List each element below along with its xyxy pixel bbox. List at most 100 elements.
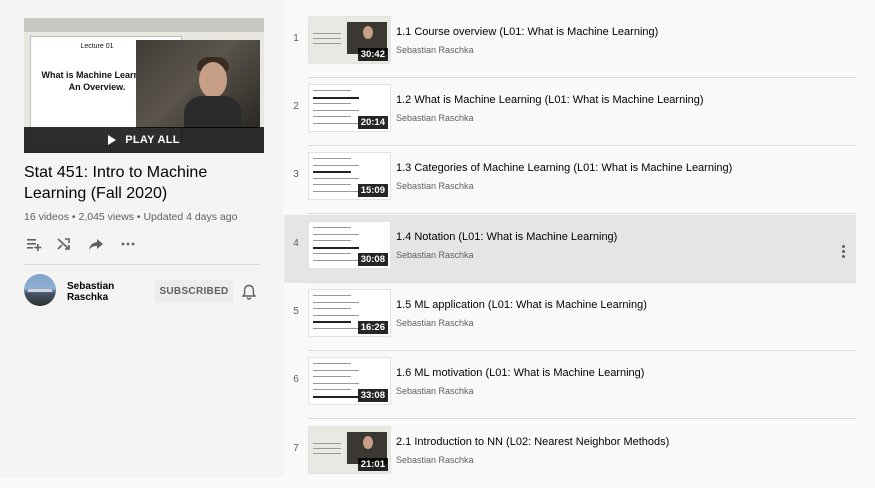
playlist-video-row[interactable]: 1 30:42 1.1 Course overview (L01: What is … [284, 10, 856, 78]
video-thumbnail[interactable]: 20:14 [308, 84, 391, 132]
slide-text-line [313, 177, 359, 179]
kebab-dot [842, 245, 845, 248]
video-thumbnail[interactable]: 16:26 [308, 289, 391, 337]
more-actions-button[interactable] [118, 234, 138, 254]
video-channel[interactable]: Sebastian Raschka [396, 45, 474, 55]
channel-name[interactable]: Sebastian Raschka [67, 281, 127, 303]
video-title[interactable]: 1.2 What is Machine Learning (L01: What … [396, 94, 704, 106]
bell-icon [241, 284, 257, 300]
row-separator [308, 418, 856, 419]
video-duration: 21:01 [357, 458, 388, 471]
video-thumbnail[interactable]: 30:08 [308, 221, 391, 269]
slide-text-line [313, 116, 351, 117]
video-duration: 15:09 [357, 184, 388, 197]
kebab-dot [842, 250, 845, 253]
meta-separator: • [136, 211, 141, 223]
play-all-label: PLAY ALL [125, 134, 180, 146]
video-index: 2 [293, 101, 299, 112]
video-channel[interactable]: Sebastian Raschka [396, 318, 474, 328]
slide-text-line [313, 253, 351, 254]
slide-text-line [313, 33, 341, 34]
slide-text-line [313, 164, 359, 166]
video-thumbnail[interactable]: 33:08 [308, 357, 391, 405]
add-to-queue-icon [27, 239, 42, 251]
updated-date: Updated 4 days ago [143, 211, 238, 223]
playlist-video-row[interactable]: 5 16:26 1.5 ML application (L01: What is M… [284, 283, 856, 351]
slide-text-line [313, 96, 359, 99]
video-duration: 30:08 [357, 253, 388, 266]
playlist-stats: 16 videos • 2,045 views • Updated 4 days… [24, 211, 237, 223]
video-duration: 20:14 [357, 116, 388, 129]
video-channel[interactable]: Sebastian Raschka [396, 455, 474, 465]
playlist-video-list: 1 30:42 1.1 Course overview (L01: What is … [284, 0, 875, 477]
row-separator [308, 213, 856, 214]
playlist-video-row[interactable]: 4 30:08 1.4 Notation (L01: What is Machine… [284, 215, 856, 283]
presenter-face [363, 436, 373, 449]
play-all-button[interactable]: PLAY ALL [24, 127, 264, 153]
slide-text-line [313, 301, 359, 303]
sidebar-divider [24, 264, 260, 265]
more-options-button[interactable] [842, 245, 846, 259]
video-title[interactable]: 2.1 Introduction to NN (L02: Nearest Nei… [396, 436, 669, 448]
video-thumbnail[interactable]: 21:01 [308, 426, 391, 474]
video-thumbnail[interactable]: 30:42 [308, 16, 391, 64]
playlist-video-row[interactable]: 6 33:08 1.6 ML motivation (L01: What is Ma… [284, 351, 856, 419]
video-channel[interactable]: Sebastian Raschka [396, 113, 474, 123]
play-icon [108, 135, 117, 145]
slide-text-line [313, 395, 359, 398]
slide-text-line [313, 448, 341, 449]
views-count: 2,045 views [78, 211, 134, 223]
subscribe-button[interactable]: SUBSCRIBED [155, 280, 233, 303]
slide-text-line [313, 184, 351, 185]
video-channel[interactable]: Sebastian Raschka [396, 250, 474, 260]
video-index: 7 [293, 443, 299, 454]
video-index: 1 [293, 33, 299, 44]
slide-text-line [313, 246, 359, 249]
video-title[interactable]: 1.5 ML application (L01: What is Machine… [396, 299, 647, 311]
presenter-face [363, 26, 373, 39]
slide-text-line [313, 103, 351, 104]
video-index: 3 [293, 169, 299, 180]
kebab-dot [842, 255, 845, 258]
video-index: 6 [293, 374, 299, 385]
webcam-overlay [136, 40, 260, 128]
slide-text-line [313, 443, 341, 444]
notification-bell-button[interactable] [240, 283, 258, 301]
slide-text-line [313, 453, 341, 454]
playlist-video-row[interactable]: 3 15:09 1.3 Categories of Machine Learning… [284, 146, 856, 214]
slide-text-line [313, 240, 351, 241]
add-to-queue-button[interactable] [24, 234, 44, 254]
video-duration: 16:26 [357, 321, 388, 334]
slide-text-line [313, 308, 351, 309]
slide-text-line [313, 43, 341, 44]
shuffle-button[interactable] [54, 234, 74, 254]
avatar[interactable] [24, 274, 56, 306]
video-title[interactable]: 1.6 ML motivation (L01: What is Machine … [396, 367, 644, 379]
video-thumbnail[interactable]: 15:09 [308, 152, 391, 200]
video-title[interactable]: 1.3 Categories of Machine Learning (L01:… [396, 162, 732, 174]
slide-text-line [313, 295, 351, 296]
more-horizontal-icon [121, 242, 135, 246]
share-button[interactable] [86, 234, 106, 254]
video-channel[interactable]: Sebastian Raschka [396, 386, 474, 396]
video-channel[interactable]: Sebastian Raschka [396, 181, 474, 191]
slide-text-line [313, 233, 359, 235]
slide-text-line [313, 190, 359, 192]
meta-separator: • [71, 211, 76, 223]
share-icon [89, 239, 103, 250]
playlist-video-row[interactable]: 2 20:14 1.2 What is Machine Learning (L01:… [284, 78, 856, 146]
shuffle-icon [57, 238, 70, 250]
playlist-thumbnail[interactable]: Lecture 01 What is Machine Learning An O… [24, 18, 264, 153]
slide-text-line [313, 363, 351, 364]
slide-text-line [313, 327, 359, 329]
playlist-title[interactable]: Stat 451: Intro to Machine Learning (Fal… [24, 162, 264, 204]
slide-text-line [313, 109, 359, 111]
video-title[interactable]: 1.1 Course overview (L01: What is Machin… [396, 26, 658, 38]
video-index: 4 [293, 238, 299, 249]
presenter-face [199, 62, 227, 98]
avatar-detail [28, 289, 52, 292]
slide-text-line [313, 369, 359, 371]
playlist-video-row[interactable]: 7 21:01 2.1 Introduction to NN (L02: Neare… [284, 420, 856, 488]
video-duration: 30:42 [357, 48, 388, 61]
video-title[interactable]: 1.4 Notation (L01: What is Machine Learn… [396, 231, 617, 243]
